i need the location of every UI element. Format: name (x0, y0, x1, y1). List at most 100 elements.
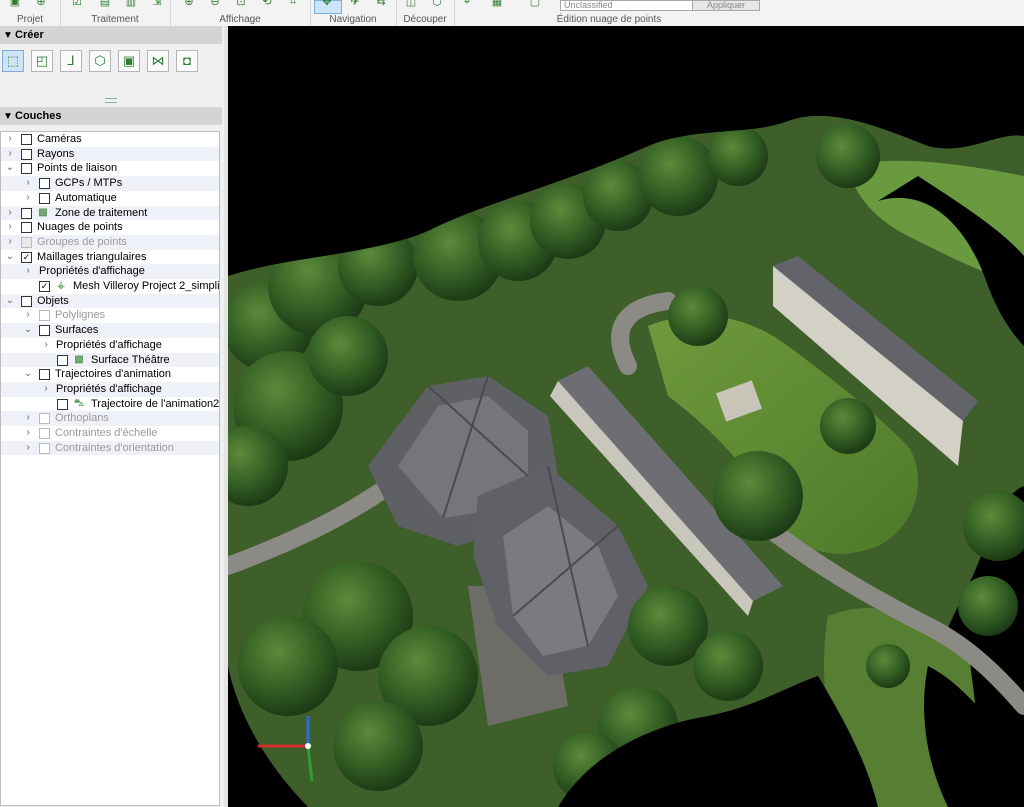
tree-item-cameras[interactable]: › Caméras (1, 132, 219, 147)
zoom-in-icon[interactable]: ⊕ (182, 0, 196, 8)
panel-splitter-handle[interactable] (105, 98, 117, 103)
ribbon-group-label: Découper (403, 14, 447, 25)
layer-checkbox[interactable] (39, 325, 50, 337)
expand-arrow-icon[interactable]: › (41, 338, 51, 353)
collapse-arrow-icon[interactable]: ⌄ (5, 161, 15, 176)
expand-arrow-icon[interactable]: › (23, 176, 33, 191)
clip-box-icon[interactable]: ◫ (404, 0, 418, 8)
tree-item-animation2[interactable]: ⛍ Trajectoire de l'animation2 (1, 397, 219, 412)
tree-item-orthoplanes: › Orthoplans (1, 411, 219, 426)
project-save-icon[interactable]: ▣ (8, 0, 22, 8)
tree-item-gcps[interactable]: › GCPs / MTPs (1, 176, 219, 191)
layer-checkbox[interactable] (21, 295, 32, 307)
tree-item-label: Mesh Villeroy Project 2_simplified (73, 280, 219, 292)
select-region-icon: ⬚ (6, 53, 20, 68)
zoom-out-icon[interactable]: ⊖ (208, 0, 222, 8)
tree-item-surface-display-properties[interactable]: › Propriétés d'affichage (1, 338, 219, 353)
expand-arrow-icon[interactable]: › (5, 132, 15, 147)
layer-checkbox-checked[interactable]: ✓ (39, 281, 50, 292)
zoom-fit-icon[interactable]: ⊡ (234, 0, 248, 8)
create-square-button[interactable]: ◘ (176, 50, 198, 72)
view-reset-icon[interactable]: ⟲ (260, 0, 274, 8)
layer-checkbox[interactable] (39, 192, 50, 204)
tree-item-mesh-display-properties[interactable]: › Propriétés d'affichage (1, 264, 219, 279)
tree-item-meshes[interactable]: ⌄ ✓ Maillages triangulaires (1, 250, 219, 265)
processing-step-icon[interactable]: ▤ (98, 0, 112, 8)
surface-icon: ▩ (74, 353, 84, 365)
layer-checkbox[interactable] (57, 398, 68, 410)
tree-item-point-clouds[interactable]: › Nuages de points (1, 220, 219, 235)
layer-checkbox[interactable] (21, 207, 32, 219)
create-polyline-button[interactable]: ⋈ (147, 50, 169, 72)
create-plane-button[interactable]: ◰ (31, 50, 53, 72)
create-panel-header[interactable]: ▼ Créer (0, 26, 222, 44)
collapse-arrow-icon[interactable]: ⌄ (23, 323, 33, 338)
point-layer-icon[interactable]: ▢ (528, 0, 542, 8)
tree-item-automatic[interactable]: › Automatique (1, 191, 219, 206)
classification-select[interactable]: Unclassified (560, 0, 693, 11)
tree-item-label: Polylignes (55, 309, 106, 322)
layer-checkbox[interactable] (39, 178, 50, 190)
expand-arrow-icon[interactable]: › (41, 382, 51, 397)
clip-cube-icon[interactable]: ⬡ (430, 0, 444, 8)
tree-item-label: Surfaces (55, 324, 99, 337)
3d-viewport[interactable] (228, 26, 1024, 807)
layer-checkbox-checked[interactable]: ✓ (21, 251, 32, 263)
apply-button[interactable]: Appliquer (692, 0, 760, 11)
expand-arrow-icon[interactable]: › (5, 147, 15, 162)
processing-export-icon[interactable]: ⇲ (150, 0, 164, 8)
layer-checkbox[interactable] (57, 354, 68, 366)
expand-arrow-icon[interactable]: › (5, 206, 15, 221)
create-axes-button[interactable]: ⅃ (60, 50, 82, 72)
tree-item-label: Points de liaison (37, 162, 118, 175)
tree-item-processing-area[interactable]: › ▩ Zone de traitement (1, 205, 219, 221)
camera-path-icon: ⛍ (73, 397, 85, 409)
view-options-icon[interactable]: ⌗ (286, 0, 300, 8)
expand-arrow-icon[interactable]: › (23, 264, 33, 279)
walk-icon[interactable]: ⇆ (374, 0, 388, 8)
tree-item-surface-theatre[interactable]: ▩ Surface Théâtre (1, 352, 219, 368)
tree-item-scale-constraints: › Contraintes d'échelle (1, 426, 219, 441)
layer-checkbox[interactable] (21, 148, 32, 160)
left-panel: ▼ Créer ⬚ ◰ ⅃ ⬡ ▣ ⋈ ◘ ▼ Couches › Caméras … (0, 26, 224, 807)
create-camera-button[interactable]: ▣ (118, 50, 140, 72)
tree-item-label: Propriétés d'affichage (56, 382, 162, 395)
layer-checkbox[interactable] (21, 222, 32, 234)
tree-item-surfaces[interactable]: ⌄ Surfaces (1, 323, 219, 338)
layers-panel-header[interactable]: ▼ Couches (0, 107, 222, 125)
point-class-icon[interactable]: ▦ (490, 0, 504, 8)
layer-checkbox (39, 413, 50, 425)
collapse-triangle-icon[interactable]: ▼ (1, 108, 15, 126)
tree-item-animation-paths[interactable]: ⌄ Trajectoires d'animation (1, 367, 219, 382)
processing-check-icon[interactable]: ☑ (70, 0, 84, 8)
expand-arrow-icon[interactable]: › (5, 220, 15, 235)
expand-arrow-icon: › (26, 441, 30, 453)
tree-item-label: Orthoplans (55, 412, 109, 425)
orbit-icon[interactable]: ✥ (320, 0, 334, 8)
collapse-arrow-icon[interactable]: ⌄ (5, 250, 15, 265)
tree-item-objects[interactable]: ⌄ Objets (1, 293, 219, 309)
tree-item-label: Trajectoires d'animation (55, 368, 172, 381)
tree-item-rays[interactable]: › Rayons (1, 146, 219, 162)
axes-icon: ⅃ (67, 53, 75, 68)
create-select-region-button[interactable]: ⬚ (2, 50, 24, 72)
collapse-arrow-icon[interactable]: ⌄ (5, 294, 15, 309)
project-target-icon[interactable]: ⊕ (34, 0, 48, 8)
collapse-arrow-icon[interactable]: ⌄ (23, 367, 33, 382)
tree-item-tie-points[interactable]: ⌄ Points de liaison (1, 161, 219, 176)
layer-checkbox[interactable] (39, 369, 50, 381)
tree-item-animation-display-properties[interactable]: › Propriétés d'affichage (1, 381, 219, 397)
collapse-triangle-icon[interactable]: ▼ (1, 27, 15, 45)
layer-checkbox[interactable] (21, 163, 32, 175)
create-box-button[interactable]: ⬡ (89, 50, 111, 72)
processing-run-icon[interactable]: ▥ (124, 0, 138, 8)
layer-checkbox[interactable] (21, 134, 32, 145)
ribbon-group-decouper: ◫ ⬡ Découper (396, 0, 455, 26)
expand-arrow-icon: › (26, 309, 30, 321)
expand-arrow-icon[interactable]: › (23, 191, 33, 206)
fly-icon[interactable]: ✈ (348, 0, 362, 8)
tree-item-mesh-villeroy[interactable]: ✓ ⚶ Mesh Villeroy Project 2_simplified (1, 279, 219, 294)
box-icon: ⬡ (94, 53, 106, 68)
point-edit-icon[interactable]: ⌖ (460, 0, 474, 8)
ribbon-toolbar: ▣ ⊕ Projet ☑ ▤ ▥ ⇲ Traitement ⊕ ⊖ ⊡ ⟲ ⌗ … (0, 0, 1024, 27)
